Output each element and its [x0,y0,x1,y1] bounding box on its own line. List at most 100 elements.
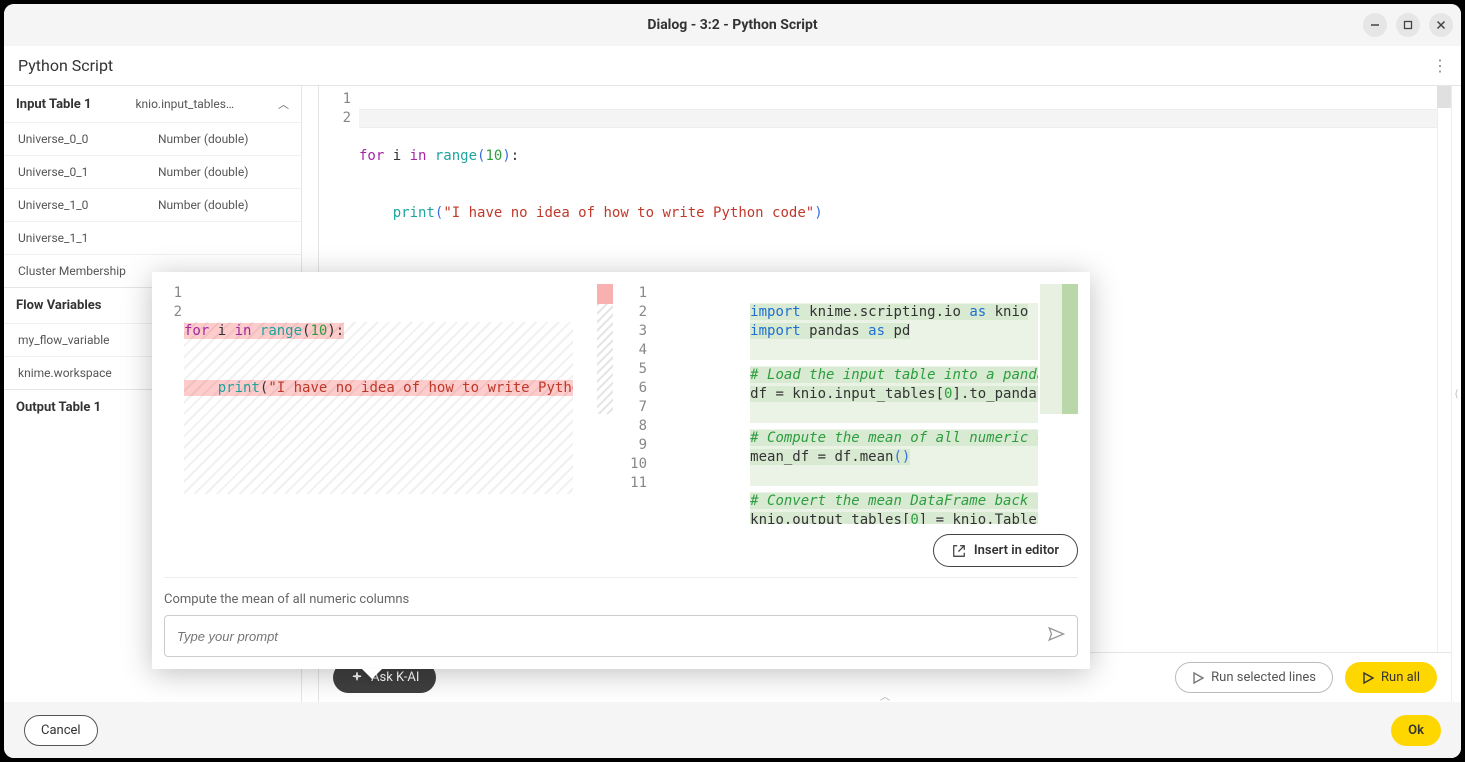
input-table-header[interactable]: Input Table 1 knio.input_tables… ︿ [4,86,301,122]
line-number: 8 [629,417,647,436]
ident: knio [986,304,1028,320]
insert-in-editor-button[interactable]: Insert in editor [933,534,1078,567]
diff-view: 12 for i in range(10): print("I have no … [164,284,1078,524]
paren: ) [502,148,510,164]
col-name: Universe_0_1 [18,165,158,179]
col-type: Number (double) [158,132,287,146]
input-rows: Universe_0_0Number (double)Universe_0_1N… [4,122,301,287]
ai-suggestion-panel: 12 for i in range(10): print("I have no … [152,272,1090,669]
line-number: 7 [629,398,647,417]
line-number: 1 [319,90,351,109]
keyword: in [410,148,427,164]
input-table-sub: knio.input_tables… [135,97,234,111]
table-row[interactable]: Universe_0_1Number (double) [4,155,301,188]
ok-button[interactable]: Ok [1391,715,1441,746]
diff-right-minimap [1038,284,1078,524]
diff-right-code: import knime.scripting.io as knio import… [649,284,1038,524]
code: knio.output_tables[ [750,512,910,524]
close-button[interactable] [1429,13,1453,37]
minimap-viewport[interactable] [1437,86,1451,108]
diff-left-code: for i in range(10): print("I have no ide… [184,284,573,524]
cancel-label: Cancel [41,723,81,738]
diff-left-minimap [573,284,613,524]
ident: i [384,148,409,164]
ai-actions: Insert in editor [164,524,1078,571]
code: df = knio.input_tables[ [750,386,944,402]
prompt-input[interactable] [177,629,1047,644]
col-type [158,231,287,245]
diff-gutter: 1234567891011 [629,284,649,524]
ok-label: Ok [1408,723,1424,738]
table-row[interactable]: Universe_1_1 [4,221,301,254]
run-all-label: Run all [1381,670,1420,685]
minimap[interactable] [1437,86,1451,652]
keyword: as [969,304,986,320]
col-name: Universe_1_1 [18,231,158,245]
paren: () [893,449,910,465]
line-number: 11 [629,474,647,493]
line-number: 2 [164,303,182,322]
string: "I have no idea of how to write Python c… [443,205,814,221]
insert-icon [952,544,966,558]
builtin: range [426,148,477,164]
line-number: 10 [629,455,647,474]
number: 10 [485,148,502,164]
play-icon [1362,672,1374,684]
cancel-button[interactable]: Cancel [24,715,98,746]
comment: # Convert the mean DataFrame back to a K… [750,493,1038,509]
col-name: Universe_1_0 [18,198,158,212]
indent [359,205,393,221]
line-number: 1 [164,284,182,303]
table-row[interactable]: Universe_0_0Number (double) [4,122,301,155]
var-name: knime.workspace [18,366,158,380]
run-selected-button[interactable]: Run selected lines [1175,662,1333,693]
var-name: my_flow_variable [18,333,158,347]
chevron-up-icon[interactable]: ︿ [278,96,289,112]
prompt-history-text: Compute the mean of all numeric columns [164,578,1078,615]
code: mean_df = df.mean [750,449,893,465]
table-row[interactable]: Universe_1_0Number (double) [4,188,301,221]
diff-left-pane[interactable]: 12 for i in range(10): print("I have no … [164,284,613,524]
ident: pd [885,323,910,339]
kebab-menu-icon[interactable]: ⋮ [1432,56,1447,75]
page-title: Python Script [18,56,113,75]
window-controls [1363,13,1453,37]
keyword: import [750,304,801,320]
panel-pointer [362,669,382,679]
titlebar: Dialog - 3:2 - Python Script [4,4,1461,46]
keyword: as [868,323,885,339]
keyword: for [359,148,384,164]
diff-right-pane[interactable]: 1234567891011 import knime.scripting.io … [629,284,1078,524]
play-icon [1192,672,1204,684]
line-number: 1 [629,284,647,303]
ident: pandas [801,323,868,339]
maximize-button[interactable] [1396,13,1420,37]
comment: # Load the input table into a pandas Dat… [750,367,1038,383]
input-table-name: Input Table 1 [16,97,92,112]
code: ] = knio.Table.from_pandas(pd. [919,512,1038,524]
builtin: print [393,205,435,221]
line-number: 2 [319,109,351,128]
col-name: Universe_0_0 [18,132,158,146]
panel-collapse-icon[interactable]: ︿ [880,688,890,702]
send-icon[interactable] [1047,625,1065,647]
run-all-button[interactable]: Run all [1345,662,1437,693]
col-type: Number (double) [158,198,287,212]
number: 0 [910,512,918,524]
prompt-box [164,615,1078,657]
right-collapse-handle[interactable]: ⟨ [1451,86,1461,702]
flow-vars-name: Flow Variables [16,298,101,313]
colon: : [511,148,519,164]
content: Input Table 1 knio.input_tables… ︿ Unive… [4,86,1461,702]
code: ].to_pandas() [952,386,1038,402]
paren: ) [814,205,822,221]
insert-label: Insert in editor [974,543,1059,558]
line-number: 6 [629,379,647,398]
minimize-button[interactable] [1363,13,1387,37]
col-name: Cluster Membership [18,264,158,278]
window: Dialog - 3:2 - Python Script Python Scri… [4,4,1461,758]
window-title: Dialog - 3:2 - Python Script [647,17,817,33]
app-header: Python Script ⋮ [4,46,1461,86]
output-table-name: Output Table 1 [16,400,101,415]
line-number: 9 [629,436,647,455]
